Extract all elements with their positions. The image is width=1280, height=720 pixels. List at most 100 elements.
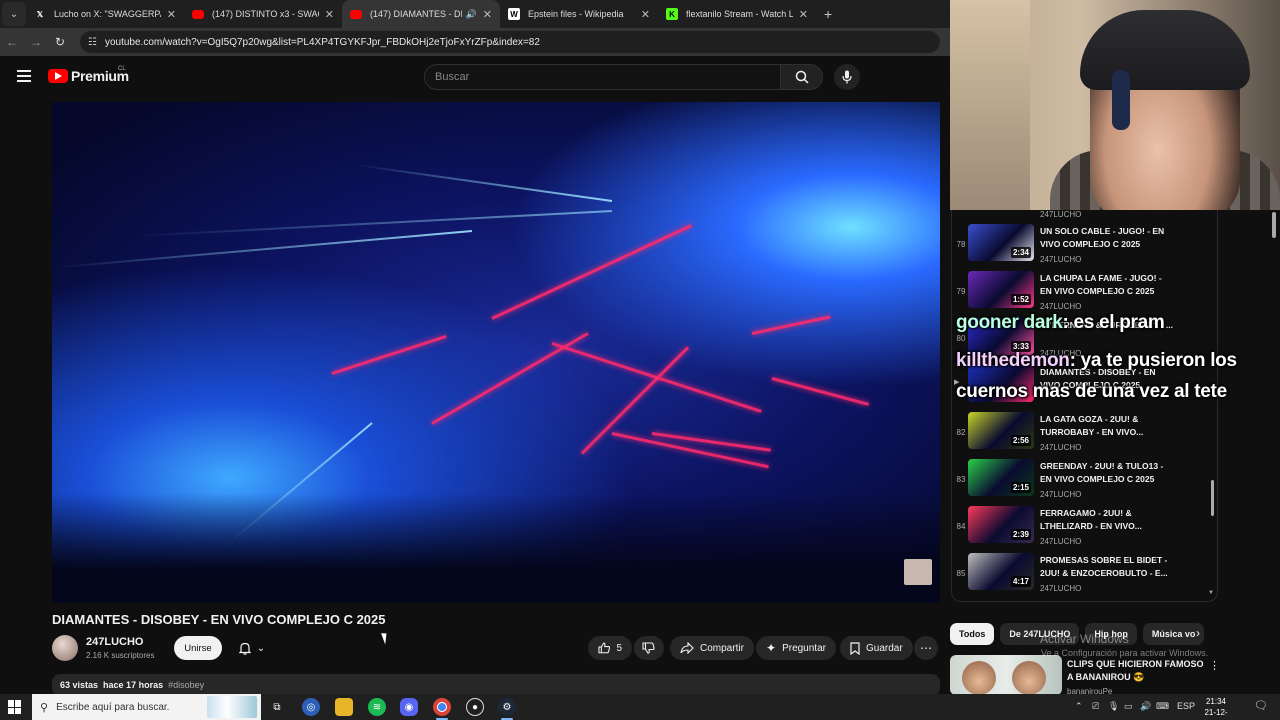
tray-volume-icon[interactable]: 🔊 [1140, 701, 1151, 712]
notifications-button[interactable]: ⌄ [228, 636, 276, 660]
video-title: DIAMANTES - DISOBEY - EN VIVO COMPLEJO C… [52, 612, 386, 627]
recommended-title[interactable]: CLIPS QUE HICIERON FAMOSO A BANANIROU 😎 [1067, 658, 1207, 684]
browser-tab[interactable]: 𝕏 Lucho on X: "SWAGGERPALOOZ ✕ [26, 0, 184, 28]
share-button[interactable]: Compartir [670, 636, 754, 660]
tray-keyboard-icon[interactable]: ⌨ [1156, 701, 1169, 712]
notifications-icon[interactable]: 🗨 [1254, 699, 1268, 712]
youtube-favicon-icon [192, 9, 204, 19]
close-tab-icon[interactable]: ✕ [799, 8, 808, 21]
windows-start-icon[interactable] [8, 700, 22, 714]
browser-tab[interactable]: K flextanilo Stream - Watch Live o ✕ [658, 0, 816, 28]
voice-search-button[interactable] [834, 64, 860, 90]
duration-badge: 2:56 [1010, 435, 1031, 446]
tray-usb-icon[interactable]: ⎚ [1092, 701, 1099, 712]
youtube-premium-logo[interactable]: Premium [48, 68, 129, 84]
clock-time: 21:34 [1205, 697, 1227, 706]
close-tab-icon[interactable]: ✕ [167, 8, 176, 21]
chat-message: killthedemon: ya te pusieron los [956, 350, 1237, 372]
screen: ⌄ 𝕏 Lucho on X: "SWAGGERPALOOZ ✕ (147) D… [0, 0, 1280, 720]
chevron-right-icon[interactable]: › [1196, 626, 1200, 640]
browser-tab[interactable]: W Epstein files - Wikipedia ✕ [500, 0, 658, 28]
audio-playing-icon[interactable]: 🔊 [466, 9, 477, 20]
close-tab-icon[interactable]: ✕ [325, 8, 334, 21]
duration-badge: 1:52 [1010, 294, 1031, 305]
playlist-item-thumbnail[interactable]: 4:17 [968, 553, 1034, 590]
like-button[interactable]: 5 [588, 636, 632, 660]
tray-mic-icon[interactable]: 🎙 [1108, 701, 1119, 712]
channel-avatar[interactable] [52, 635, 78, 661]
more-actions-button[interactable]: ⋯ [914, 636, 938, 660]
playlist-item-thumbnail[interactable]: 1:52 [968, 271, 1034, 308]
video-overlay-thumbnail[interactable] [904, 559, 932, 585]
playlist-item-thumbnail[interactable]: 2:34 [968, 224, 1034, 261]
playlist-item-title[interactable]: LA GATA GOZA - 2UU! & TURROBABY - EN VIV… [1040, 413, 1175, 439]
hashtag-link[interactable]: #disobey [168, 680, 204, 690]
site-settings-icon[interactable]: ☷ [88, 37, 97, 48]
laser-line [491, 224, 693, 320]
chip-all[interactable]: Todos [950, 623, 995, 645]
scroll-down-arrow-icon[interactable]: ▼ [1208, 590, 1214, 596]
video-player[interactable] [52, 102, 940, 603]
tab-title: (147) DIAMANTES - DISOBE [370, 9, 462, 19]
duration-badge: 2:39 [1010, 529, 1031, 540]
playlist-item-title[interactable]: FERRAGAMO - 2UU! & LTHELIZARD - EN VIVO.… [1040, 507, 1175, 533]
save-button[interactable]: Guardar [840, 636, 913, 660]
forward-icon[interactable]: → [24, 35, 48, 49]
playlist-item-thumbnail[interactable]: 2:15 [968, 459, 1034, 496]
menu-icon[interactable] [17, 70, 31, 82]
ask-button[interactable]: ✦ Preguntar [756, 636, 836, 660]
tray-language[interactable]: ESP [1177, 701, 1195, 711]
playlist-item-thumbnail[interactable]: 2:39 [968, 506, 1034, 543]
playlist-item-thumbnail[interactable]: 2:56 [968, 412, 1034, 449]
obs-icon[interactable]: ● [466, 698, 484, 716]
search-input[interactable] [435, 71, 780, 83]
search-box [424, 64, 781, 90]
recommended-thumbnail[interactable] [950, 655, 1062, 695]
dislike-button[interactable] [634, 636, 664, 660]
channel-name[interactable]: 247LUCHO [86, 636, 143, 648]
playlist-item[interactable]: 79 1:52 LA CHUPA LA FAME - JUGO! - EN VIVO… [952, 269, 1212, 316]
join-button[interactable]: Unirse [174, 636, 222, 660]
copilot-icon[interactable]: ◎ [302, 698, 320, 716]
chat-text: cuernos mas de una vez al tete [956, 381, 1227, 402]
close-tab-icon[interactable]: ✕ [641, 8, 650, 21]
search-button[interactable] [781, 64, 823, 90]
playlist-item-title[interactable]: PROMESAS SOBRE EL BIDET - 2UU! & ENZOCER… [1040, 554, 1175, 580]
new-tab-icon[interactable]: + [824, 6, 832, 22]
tab-title: flextanilo Stream - Watch Live o [686, 9, 793, 19]
playlist-item[interactable]: 85 4:17 PROMESAS SOBRE EL BIDET - 2UU! & E… [952, 551, 1212, 598]
webcam-headset [1112, 70, 1130, 130]
reload-icon[interactable]: ↻ [48, 35, 72, 49]
upload-age: hace 17 horas [103, 680, 164, 690]
url-field[interactable]: ☷ youtube.com/watch?v=OgI5Q7p20wg&list=P… [80, 31, 940, 53]
browser-tab[interactable]: (147) DISTINTO x3 - SWAGGERP ✕ [184, 0, 342, 28]
playlist-item[interactable]: 78 2:34 UN SOLO CABLE - JUGO! - EN VIVO CO… [952, 222, 1212, 269]
playlist-item[interactable]: 82 2:56 LA GATA GOZA - 2UU! & TURROBABY - … [952, 410, 1212, 457]
file-explorer-icon[interactable] [335, 698, 353, 716]
playlist-item[interactable]: 84 2:39 FERRAGAMO - 2UU! & LTHELIZARD - EN… [952, 504, 1212, 551]
playlist-scrollbar[interactable] [1211, 480, 1214, 516]
back-icon[interactable]: ← [0, 35, 24, 49]
discord-icon[interactable]: ◉ [400, 698, 418, 716]
playlist-item-title[interactable]: GREENDAY - 2UU! & TULO13 - EN VIVO COMPL… [1040, 460, 1175, 486]
tray-chevron-up-icon[interactable]: ⌃ [1075, 701, 1083, 712]
tray-network-icon[interactable]: ▭ [1124, 701, 1133, 712]
more-vert-icon[interactable]: ⋮ [1209, 659, 1220, 672]
task-view-icon[interactable]: ⧉ [268, 698, 286, 716]
page-scrollbar[interactable] [1272, 212, 1276, 238]
taskbar-search[interactable]: ⚲ Escribe aquí para buscar. [32, 694, 261, 720]
taskbar-clock[interactable]: 21:34 21-12-2025 [1196, 696, 1236, 720]
tab-search-button[interactable]: ⌄ [2, 2, 26, 26]
playlist-item[interactable]: 83 2:15 GREENDAY - 2UU! & TULO13 - EN VIVO… [952, 457, 1212, 504]
laser-line [651, 432, 772, 452]
close-tab-icon[interactable]: ✕ [483, 8, 492, 21]
playlist-item-index: 84 [956, 522, 966, 531]
playlist-item-title[interactable]: LA CHUPA LA FAME - JUGO! - EN VIVO COMPL… [1040, 272, 1175, 298]
steam-icon[interactable]: ⚙ [498, 698, 516, 716]
address-bar-row: ← → ↻ ☷ youtube.com/watch?v=OgI5Q7p20wg&… [0, 28, 950, 56]
description-box[interactable]: 63 vistas hace 17 horas #disobey [52, 674, 940, 696]
chrome-icon[interactable] [433, 698, 451, 716]
spotify-icon[interactable]: ≋ [368, 698, 386, 716]
playlist-item-title[interactable]: UN SOLO CABLE - JUGO! - EN VIVO COMPLEJO… [1040, 225, 1175, 251]
browser-tab-active[interactable]: (147) DIAMANTES - DISOBE 🔊 ✕ [342, 0, 500, 28]
